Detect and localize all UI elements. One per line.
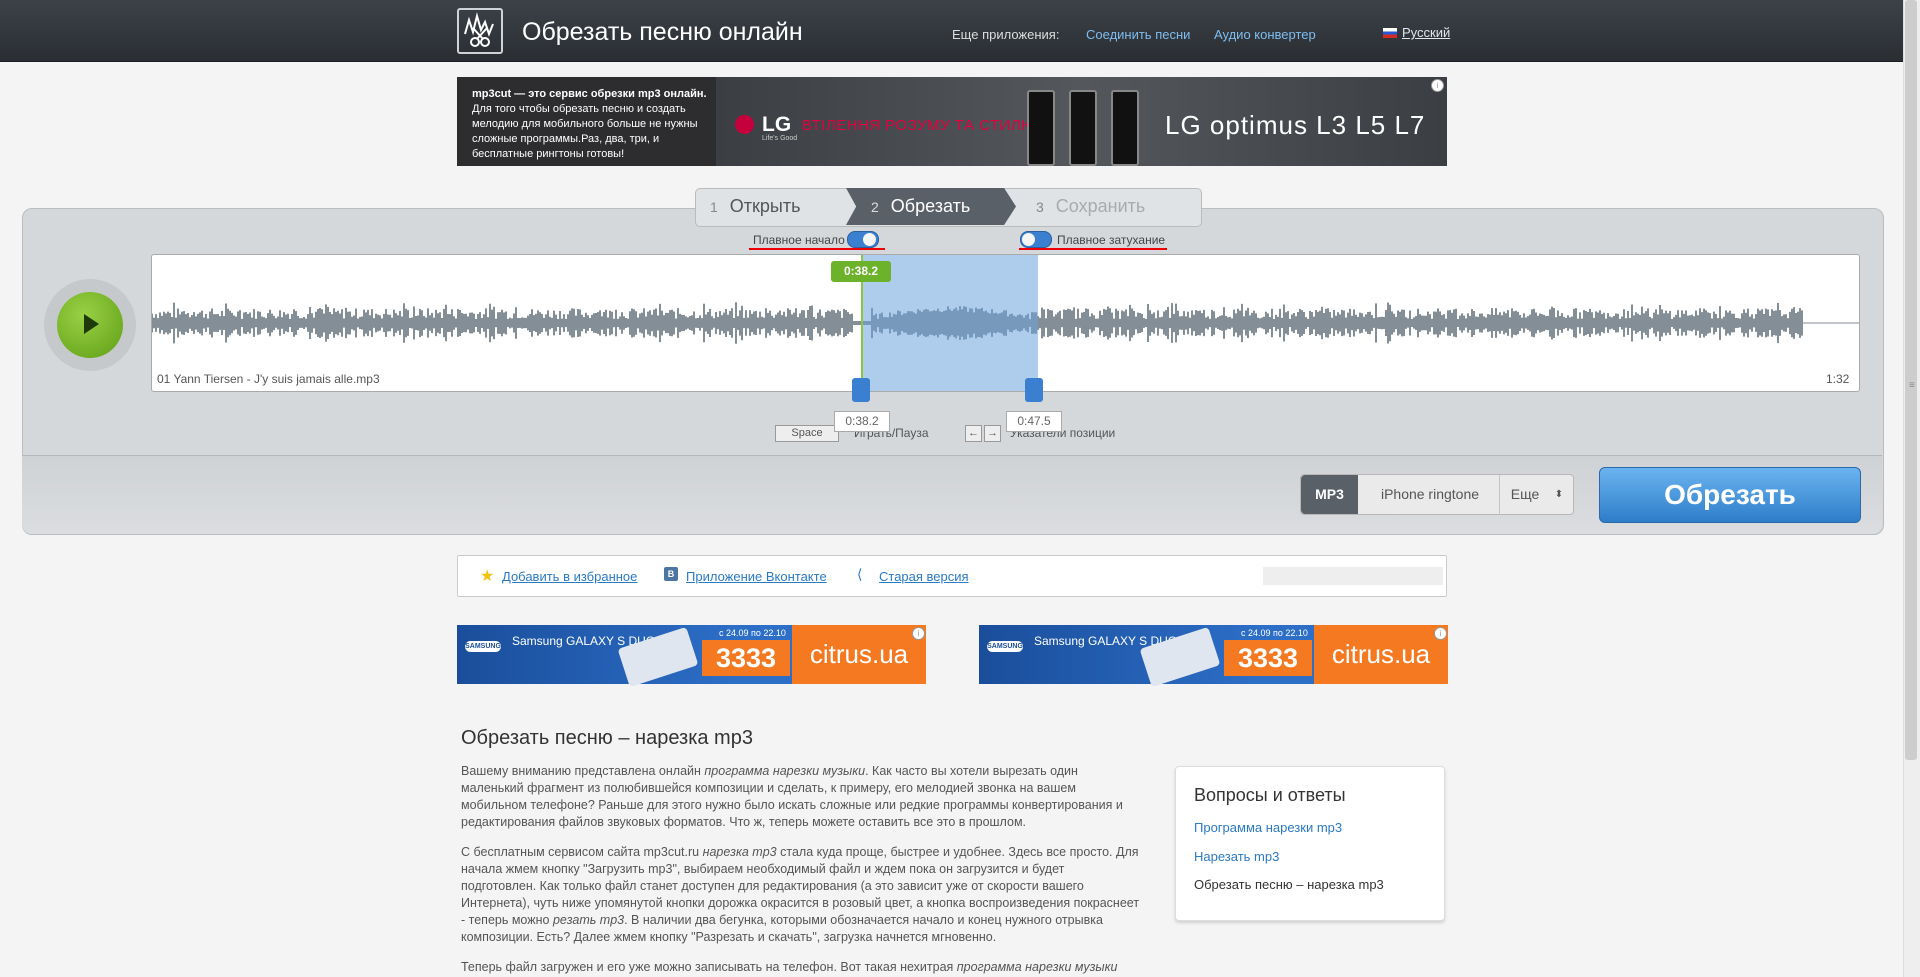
step-cut[interactable]: 2 Обрезать bbox=[871, 196, 970, 217]
language-selector[interactable]: Русский bbox=[1402, 25, 1450, 40]
fade-out-toggle[interactable] bbox=[1020, 231, 1052, 248]
ad-dates: с 24.09 по 22.10 bbox=[1241, 628, 1308, 638]
ad-info-icon[interactable]: i bbox=[1434, 627, 1447, 640]
end-time-field[interactable]: 0:47.5 bbox=[1006, 411, 1062, 432]
updown-chevron-icon[interactable]: ⬍ bbox=[1549, 475, 1569, 514]
step-open[interactable]: 1 Открыть bbox=[710, 196, 801, 217]
phone-image bbox=[1111, 90, 1139, 166]
samsung-logo: SAMSUNG bbox=[987, 641, 1023, 652]
fade-in-toggle[interactable] bbox=[847, 231, 879, 248]
track-filename: 01 Yann Tiersen - J'y suis jamais alle.m… bbox=[157, 372, 380, 386]
lg-brand: LG bbox=[762, 113, 792, 136]
paragraph: С бесплатным сервисом сайта mp3cut.ru на… bbox=[461, 845, 1140, 944]
cut-button[interactable]: Обрезать bbox=[1599, 467, 1861, 523]
lg-product-name: LG optimus L3 L5 L7 bbox=[1165, 110, 1426, 140]
ad-price: 3333 bbox=[702, 640, 790, 676]
more-apps-label: Еще приложения: bbox=[952, 27, 1060, 42]
vk-app-link[interactable]: Приложение Вконтакте bbox=[686, 569, 827, 584]
ad-description: mp3cut — это сервис обрезки mp3 онлайн. … bbox=[472, 88, 707, 160]
faq-link[interactable]: Программа нарезки mp3 bbox=[1194, 820, 1342, 835]
social-widget[interactable] bbox=[1263, 567, 1443, 585]
format-mp3-button[interactable]: MP3 bbox=[1301, 475, 1358, 514]
waveform[interactable] bbox=[151, 254, 1860, 392]
samsung-ad-banner[interactable]: SAMSUNG Samsung GALAXY S DUOS с 24.09 по… bbox=[457, 625, 926, 688]
ad-info-icon[interactable]: i bbox=[1431, 79, 1444, 92]
paragraph: Теперь файл загружен и его уже можно зап… bbox=[461, 960, 1118, 974]
ad-dates: с 24.09 по 22.10 bbox=[719, 628, 786, 638]
site-title: Обрезать песню онлайн bbox=[522, 18, 803, 46]
paragraph: Вашему вниманию представлена онлайн прог… bbox=[461, 764, 1123, 829]
fade-in-underline bbox=[749, 248, 885, 250]
page-heading: Обрезать песню – нарезка mp3 bbox=[461, 727, 753, 749]
ad-info-icon[interactable]: i bbox=[912, 627, 925, 640]
start-time-field[interactable]: 0:38.2 bbox=[834, 411, 890, 432]
fade-in-label: Плавное начало bbox=[753, 233, 845, 247]
phone-image bbox=[1069, 90, 1097, 166]
audio-converter-link[interactable]: Аудио конвертер bbox=[1214, 27, 1316, 42]
play-icon[interactable] bbox=[84, 314, 99, 334]
samsung-ad-banner[interactable]: SAMSUNG Samsung GALAXY S DUOS с 24.09 по… bbox=[979, 625, 1448, 688]
citrus-logo: citrus.ua bbox=[792, 625, 926, 684]
phone-image bbox=[1027, 90, 1055, 166]
left-arrow-key: ← bbox=[965, 425, 982, 442]
start-handle[interactable] bbox=[852, 378, 870, 402]
fade-out-underline bbox=[1019, 248, 1167, 250]
lg-tagline: Life's Good bbox=[762, 135, 798, 142]
format-iphone-button[interactable]: iPhone ringtone bbox=[1360, 475, 1500, 514]
samsung-logo: SAMSUNG bbox=[465, 641, 501, 652]
end-handle[interactable] bbox=[1025, 378, 1043, 402]
old-version-link[interactable]: Старая версия bbox=[879, 569, 969, 584]
russian-flag-icon bbox=[1383, 28, 1397, 38]
old-version-icon: ⟨ bbox=[857, 566, 863, 582]
track-duration: 1:32 bbox=[1826, 372, 1850, 386]
scroll-grip-icon: ≡ bbox=[1909, 380, 1915, 391]
right-arrow-key: → bbox=[984, 425, 1001, 442]
scissors-logo-icon[interactable] bbox=[457, 8, 503, 54]
fade-out-label: Плавное затухание bbox=[1057, 233, 1166, 247]
star-icon: ★ bbox=[480, 568, 495, 585]
space-key: Space bbox=[775, 425, 839, 442]
lg-slogan: ВТІЛЕННЯ РОЗУМУ ТА СТИЛЮ bbox=[802, 117, 1037, 134]
ad-price: 3333 bbox=[1224, 640, 1312, 676]
faq-current-item: Обрезать песню – нарезка mp3 bbox=[1194, 877, 1384, 892]
add-favorites-link[interactable]: Добавить в избранное bbox=[502, 569, 637, 584]
citrus-logo: citrus.ua bbox=[1314, 625, 1448, 684]
faq-title: Вопросы и ответы bbox=[1194, 785, 1346, 805]
join-songs-link[interactable]: Соединить песни bbox=[1086, 27, 1190, 42]
playhead-time-tag: 0:38.2 bbox=[831, 261, 891, 282]
lg-logo-icon bbox=[735, 115, 754, 134]
step-save[interactable]: 3 Сохранить bbox=[1036, 196, 1145, 217]
vk-icon: B bbox=[664, 567, 678, 581]
format-more-button[interactable]: Еще bbox=[1500, 475, 1550, 514]
faq-link[interactable]: Нарезать mp3 bbox=[1194, 849, 1279, 864]
